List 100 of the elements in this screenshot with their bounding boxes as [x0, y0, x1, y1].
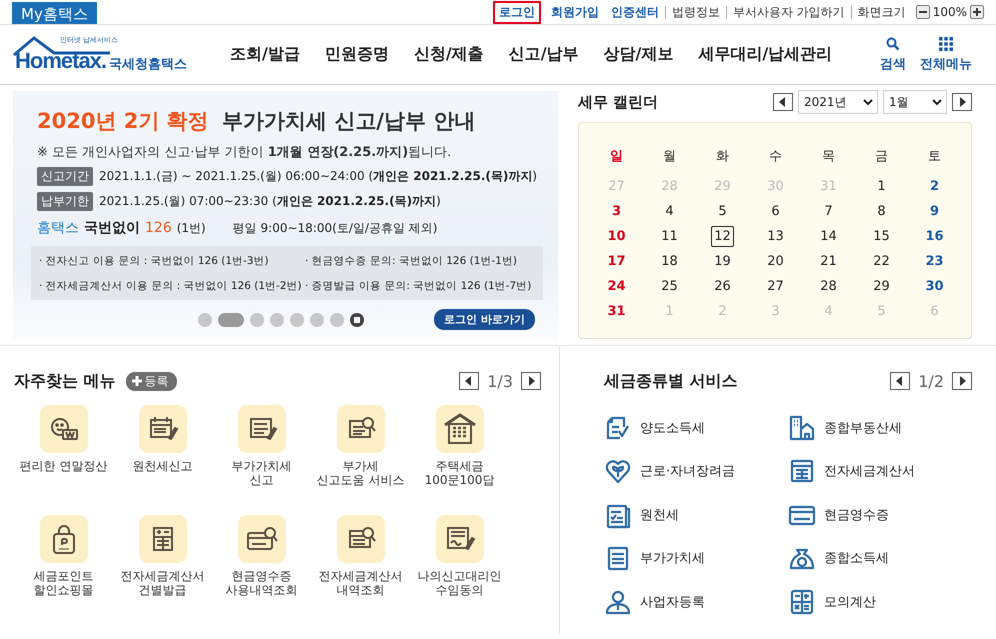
- calendar-day[interactable]: 23: [922, 251, 947, 272]
- calendar-pencil-icon[interactable]: [138, 405, 186, 453]
- calendar-day[interactable]: 20: [764, 251, 787, 272]
- calendar-day[interactable]: 15: [870, 226, 893, 247]
- previous-page-button[interactable]: [459, 372, 480, 390]
- calendar-day[interactable]: 31: [604, 301, 629, 322]
- calendar-day[interactable]: 12: [711, 226, 734, 247]
- calendar-day[interactable]: 14: [817, 226, 840, 247]
- header-link[interactable]: 법령정보: [664, 6, 726, 18]
- calendar-day[interactable]: 8: [872, 201, 892, 222]
- logo-wordmark[interactable]: Hometax.: [15, 48, 106, 74]
- my-hometax-tab[interactable]: My홈택스: [12, 2, 97, 24]
- document-magnifier-icon[interactable]: [336, 515, 384, 563]
- header-link[interactable]: 인증센터: [604, 6, 665, 18]
- nav-menu-item[interactable]: 조회/발급: [230, 44, 300, 65]
- menu-label[interactable]: 전자세금계산서 건별발급: [120, 569, 204, 597]
- next-page-button[interactable]: [521, 372, 541, 390]
- building-icon[interactable]: [436, 405, 484, 453]
- menu-label[interactable]: 부가가치세 신고: [232, 459, 292, 487]
- zoom-out-button[interactable]: [916, 5, 930, 19]
- calendar-day[interactable]: 10: [604, 226, 629, 247]
- service-link[interactable]: 모의계산: [824, 592, 876, 611]
- nav-menu-item[interactable]: 신고/납부: [508, 44, 579, 65]
- menu-label[interactable]: 주택세금 100문100답: [424, 459, 494, 487]
- calendar-day[interactable]: 2: [924, 176, 944, 197]
- calendar-day[interactable]: 5: [712, 201, 732, 222]
- document-magnifier-icon[interactable]: [336, 405, 384, 453]
- calendar-day[interactable]: 19: [711, 251, 734, 272]
- calendar-day[interactable]: 21: [817, 251, 840, 272]
- calculator-document-icon[interactable]: [138, 515, 186, 563]
- calendar-day[interactable]: 18: [658, 251, 681, 272]
- logo-name[interactable]: 국세청홈택스: [109, 54, 188, 72]
- zoom-in-button[interactable]: [970, 5, 984, 19]
- header-link[interactable]: 부서사용자 가입하기: [726, 6, 851, 18]
- contact-brand: 홈택스: [37, 219, 79, 237]
- calendar-day[interactable]: 13: [764, 226, 787, 247]
- calendar-day[interactable]: 29: [870, 276, 893, 297]
- calculator-icon[interactable]: [788, 588, 816, 616]
- calendar-day[interactable]: 11: [658, 226, 681, 247]
- service-link[interactable]: 전자세금계산서: [824, 462, 915, 480]
- calendar-day[interactable]: 17: [604, 251, 629, 272]
- calendar-day[interactable]: 30: [922, 276, 947, 297]
- calendar-day[interactable]: 22: [870, 251, 893, 272]
- header-link[interactable]: 화면크기: [850, 6, 912, 18]
- card-magnifier-icon[interactable]: [238, 515, 286, 563]
- contact-extension: (1번): [176, 220, 206, 237]
- menu-label[interactable]: 세금포인트 할인쇼핑몰: [34, 569, 94, 597]
- menu-label[interactable]: 나의신고대리인 수임동의: [418, 569, 502, 597]
- menu-label[interactable]: 편리한 연말정산: [20, 459, 108, 473]
- menu-label[interactable]: 현금영수증 사용내역조회: [226, 569, 298, 597]
- add-menu-button[interactable]: 등록: [126, 372, 177, 390]
- stop-button[interactable]: [350, 312, 364, 326]
- menu-label[interactable]: 부가세 신고도움 서비스: [316, 459, 404, 487]
- year-select[interactable]: 2021년: [798, 90, 878, 114]
- month-select[interactable]: 1월: [883, 90, 947, 114]
- service-link[interactable]: 사업자등록: [640, 592, 705, 611]
- previous-month-button[interactable]: [773, 93, 793, 111]
- service-link[interactable]: 양도소득세: [640, 418, 705, 437]
- shopping-bag-icon[interactable]: [40, 515, 88, 563]
- nav-menu-item[interactable]: 신청/제출: [414, 44, 484, 65]
- calendar-day[interactable]: 27: [764, 276, 787, 297]
- service-link[interactable]: 현금영수증: [824, 506, 889, 524]
- calendar-day[interactable]: 6: [766, 201, 786, 222]
- banner-title: 2020년 2기 확정 부가가치세 신고/납부 안내: [37, 108, 476, 135]
- menu-label[interactable]: 전자세금계산서 내역조회: [318, 569, 402, 597]
- login-shortcut-button[interactable]: 로그인 바로가기: [434, 309, 535, 330]
- previous-page-button[interactable]: [890, 372, 910, 390]
- calendar-day[interactable]: 26: [711, 276, 734, 297]
- period-text: 2021.1.1.(금) ~ 2021.1.25.(월) 06:00~24:00 (개인은 2021.2.25.(목)까지): [99, 168, 538, 185]
- all-menu-button[interactable]: 전체메뉴: [920, 36, 972, 72]
- nav-menu-item[interactable]: 세무대리/납세관리: [698, 44, 832, 65]
- calendar-day[interactable]: 3: [606, 201, 626, 222]
- header-link[interactable]: 로그인: [492, 0, 541, 24]
- service-link[interactable]: 원천세: [640, 506, 679, 524]
- calendar-day[interactable]: 1: [872, 176, 892, 197]
- smiley-coin-icon[interactable]: [40, 405, 88, 453]
- service-link[interactable]: 종합부동산세: [824, 418, 902, 437]
- service-link[interactable]: 종합소득세: [824, 549, 889, 568]
- calendar-day[interactable]: 16: [922, 226, 947, 247]
- calendar-day[interactable]: 4: [660, 201, 680, 222]
- next-page-button[interactable]: [952, 372, 972, 390]
- search-button[interactable]: 검색: [880, 36, 906, 72]
- nav-menu-item[interactable]: 상담/제보: [604, 44, 674, 65]
- building-house-icon[interactable]: [788, 414, 816, 442]
- calendar-day[interactable]: 25: [658, 276, 681, 297]
- document-signature-icon[interactable]: [436, 515, 484, 563]
- calendar-day[interactable]: 24: [604, 276, 629, 297]
- calendar-day[interactable]: 9: [924, 201, 944, 222]
- service-link[interactable]: 부가가치세: [640, 549, 705, 568]
- service-link[interactable]: 근로·자녀장려금: [640, 462, 736, 480]
- calendar-day[interactable]: 7: [818, 201, 838, 222]
- document-pencil-icon[interactable]: [238, 405, 286, 453]
- nav-menu-item[interactable]: 민원증명: [324, 44, 389, 65]
- header-link[interactable]: 회원가입: [544, 6, 605, 18]
- next-month-button[interactable]: [952, 93, 972, 111]
- section-title: 세금종류별 서비스: [604, 370, 738, 392]
- weekday-label: 월: [663, 148, 676, 164]
- calendar-day[interactable]: 28: [817, 276, 840, 297]
- chevron-down-icon: [932, 98, 942, 106]
- menu-label[interactable]: 원천세신고: [132, 459, 192, 473]
